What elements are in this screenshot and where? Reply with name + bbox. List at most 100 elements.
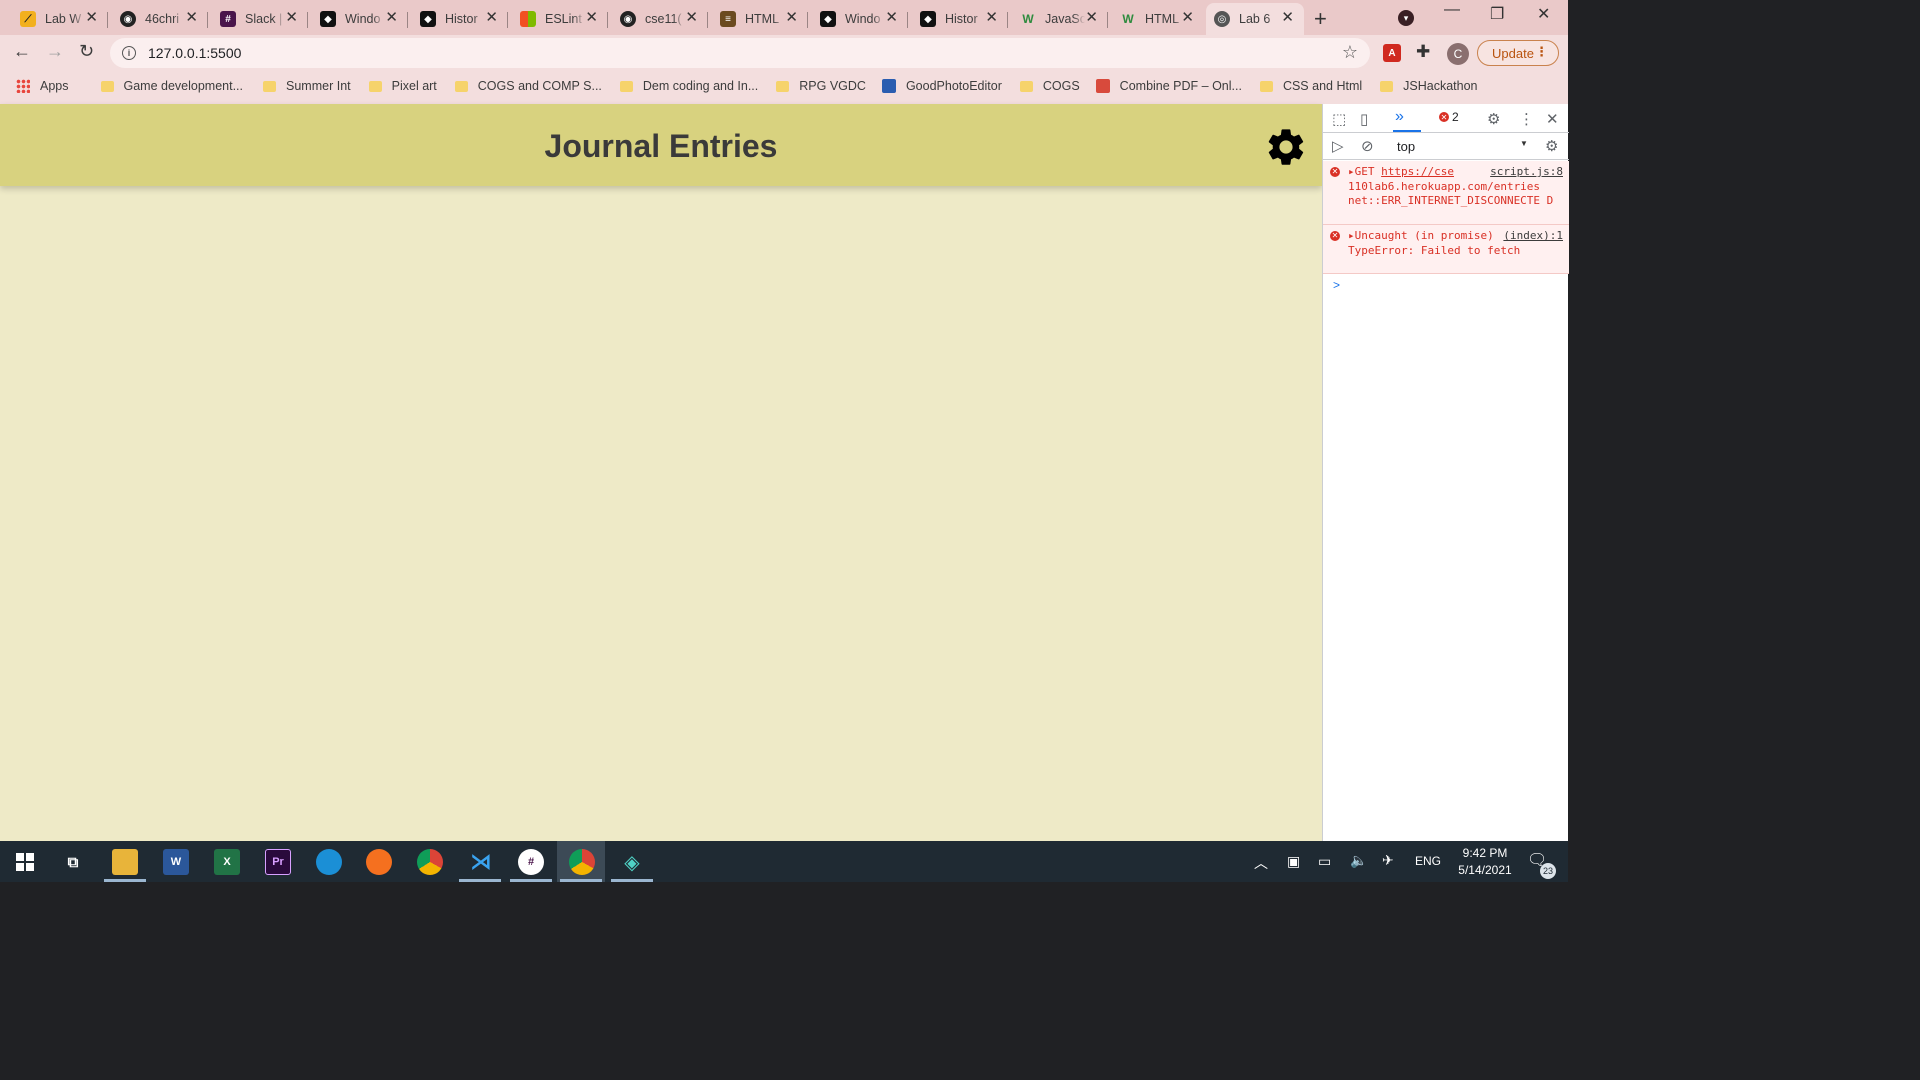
battery-icon[interactable]: ▭ [1318,853,1331,870]
chrome-icon[interactable] [417,849,443,875]
bookmark-site[interactable]: GoodPhotoEditor [881,79,1002,93]
excel-icon[interactable]: X [214,849,240,875]
folder-icon [454,80,468,92]
bookmark-label: Game development... [123,79,244,93]
clear-console-icon[interactable]: ⊘ [1361,137,1374,155]
close-icon[interactable]: ✕ [1085,10,1098,26]
meet-now-icon[interactable]: ▣ [1287,853,1300,870]
chrome-active-icon[interactable] [569,849,595,875]
bookmark-folder[interactable]: Game development... [100,79,244,93]
tab[interactable]: # Slack | ✕ [212,3,308,35]
bookmark-folder[interactable]: Pixel art [368,79,437,93]
settings-gear-icon[interactable]: ⚙ [1487,110,1500,128]
edge-icon[interactable] [316,849,342,875]
close-icon[interactable]: ✕ [85,10,98,26]
bookmark-apps[interactable]: Apps [16,79,69,93]
bookmark-folder[interactable]: COGS and COMP S... [454,79,602,93]
premiere-icon[interactable]: Pr [265,849,291,875]
tab[interactable]: ESLint ✕ [512,3,608,35]
acrobat-extension-icon[interactable]: A [1383,44,1401,62]
tab[interactable]: ◉ 46chri ✕ [112,3,208,35]
update-button[interactable]: Update ⋮ [1477,40,1559,66]
close-icon[interactable]: ✕ [1281,10,1294,26]
tab[interactable]: ◉ cse11( ✕ [612,3,708,35]
bookmark-folder[interactable]: COGS [1019,79,1080,93]
gear-icon[interactable] [1264,125,1308,169]
close-icon[interactable]: ✕ [485,10,498,26]
tab[interactable]: ◆ Windo ✕ [312,3,408,35]
firefox-icon[interactable] [366,849,392,875]
reload-icon[interactable]: ↻ [79,41,94,62]
tab[interactable]: ◆ Histor ✕ [912,3,1008,35]
close-icon[interactable]: ✕ [385,10,398,26]
task-view-icon[interactable]: ⧉ [60,849,86,875]
minimize-icon[interactable]: — [1444,1,1460,19]
volume-icon[interactable]: 🔈 [1350,852,1367,869]
airplane-mode-icon[interactable]: ✈ [1382,852,1394,869]
error-count: 2 [1452,110,1459,124]
bookmark-folder[interactable]: JSHackathon [1380,79,1478,93]
request-url[interactable]: https://cse [1381,165,1454,178]
tab[interactable]: W JavaSc ✕ [1012,3,1108,35]
update-label: Update [1492,45,1534,61]
system-clock[interactable]: 9:42 PM 5/14/2021 [1440,845,1530,879]
sidebar-toggle-icon[interactable]: ▷ [1332,137,1344,155]
close-icon[interactable]: ✕ [785,10,798,26]
chevron-up-icon[interactable]: ︿ [1254,853,1268,873]
console-error-message[interactable]: ✕ (index):1 ▸Uncaught (in promise) TypeE… [1323,225,1569,274]
back-arrow-icon[interactable]: ← [13,41,31,62]
slack-icon[interactable]: # [518,849,544,875]
tab-search-icon[interactable]: ▾ [1398,10,1414,26]
language-indicator[interactable]: ENG [1415,854,1441,868]
close-icon[interactable]: ✕ [685,10,698,26]
word-icon[interactable]: W [163,849,189,875]
new-tab-button[interactable]: + [1314,6,1327,32]
menu-dots-icon: ⋮ [1535,44,1548,59]
tab-title: Windo [345,12,381,26]
address-bar[interactable]: i 127.0.0.1:5500 ☆ [110,38,1370,68]
close-icon[interactable]: ✕ [285,10,298,26]
console-settings-icon[interactable]: ⚙ [1545,137,1558,155]
window-close-icon[interactable]: ✕ [1537,4,1550,24]
close-devtools-icon[interactable]: ✕ [1546,110,1559,128]
source-link[interactable]: script.js:8 [1490,165,1563,180]
console-prompt[interactable]: > [1333,278,1340,292]
close-icon[interactable]: ✕ [185,10,198,26]
tab[interactable]: W HTML ✕ [1112,3,1204,35]
tab[interactable]: ≡ HTML ✕ [712,3,808,35]
close-icon[interactable]: ✕ [985,10,998,26]
bookmark-star-icon[interactable]: ☆ [1342,42,1358,63]
console-error-message[interactable]: ✕ script.js:8 ▸GET https://cse 110lab6.h… [1323,161,1569,225]
tab[interactable]: ⟋ Lab W ✕ [12,3,108,35]
bookmark-folder[interactable]: RPG VGDC [776,79,866,93]
bookmark-folder[interactable]: Summer Int [263,79,351,93]
bookmark-site[interactable]: Combine PDF – Onl... [1095,79,1242,93]
tab[interactable]: ◆ Windo ✕ [812,3,908,35]
source-link[interactable]: (index):1 [1503,229,1563,244]
restore-icon[interactable]: ❐ [1490,4,1504,24]
context-selector[interactable]: top [1397,139,1415,154]
tab[interactable]: ◆ Histor ✕ [412,3,508,35]
url-text[interactable]: 127.0.0.1:5500 [148,45,241,61]
more-tabs-icon[interactable]: » [1395,108,1404,126]
kebab-menu-icon[interactable]: ⋮ [1519,110,1534,128]
bookmark-folder[interactable]: CSS and Html [1259,79,1362,93]
file-explorer-icon[interactable] [112,849,138,875]
close-icon[interactable]: ✕ [885,10,898,26]
device-toggle-icon[interactable]: ▯ [1360,110,1368,128]
expand-arrow-icon[interactable]: ▸ [1348,165,1355,178]
gitkraken-icon[interactable]: ◈ [619,849,645,875]
expand-arrow-icon[interactable]: ▸ [1348,229,1355,242]
forward-arrow-icon[interactable]: → [46,41,64,62]
profile-avatar[interactable]: C [1447,43,1469,65]
bookmark-folder[interactable]: Dem coding and In... [619,79,758,93]
extensions-puzzle-icon[interactable]: ✚ [1416,42,1434,61]
windows-start-icon[interactable] [16,853,34,871]
site-info-icon[interactable]: i [122,46,136,60]
vscode-icon[interactable]: ⋊ [468,849,494,875]
close-icon[interactable]: ✕ [585,10,598,26]
close-icon[interactable]: ✕ [1181,10,1194,26]
inspect-element-icon[interactable]: ⬚ [1332,110,1346,128]
tab-active[interactable]: ◎ Lab 6 ✕ [1206,3,1304,35]
error-count-badge[interactable]: ✕ 2 [1439,110,1459,124]
